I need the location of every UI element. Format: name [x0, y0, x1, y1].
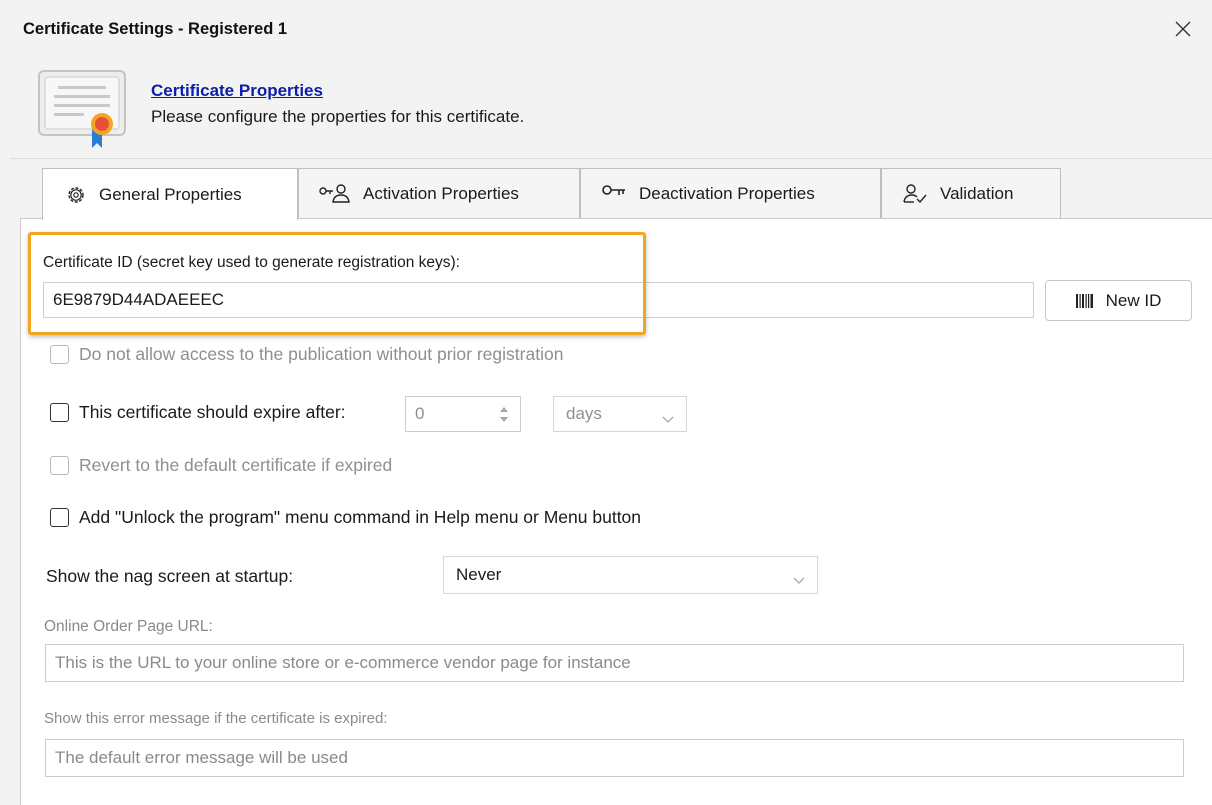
new-id-label: New ID [1105, 290, 1162, 310]
order-url-input[interactable]: This is the URL to your online store or … [45, 644, 1184, 682]
revert-checkbox[interactable] [50, 456, 69, 475]
spin-arrows-icon[interactable] [498, 404, 510, 431]
certificate-id-value: 6E9879D44ADAEEEC [53, 290, 225, 309]
header-description: Please configure the properties for this… [151, 107, 525, 126]
header-link[interactable]: Certificate Properties [151, 81, 323, 101]
unlock-menu-label: Add "Unlock the program" menu command in… [79, 507, 642, 527]
certificate-id-label: Certificate ID (secret key used to gener… [43, 254, 460, 271]
tab-deactivation-properties[interactable]: Deactivation Properties [580, 168, 881, 218]
nag-screen-label: Show the nag screen at startup: [46, 566, 294, 586]
chevron-down-icon [662, 409, 674, 429]
nag-screen-dropdown[interactable]: Never [443, 556, 818, 594]
no-access-checkbox[interactable] [50, 345, 69, 364]
new-id-button[interactable]: New ID [1045, 280, 1192, 321]
tab-label: Deactivation Properties [639, 183, 815, 203]
expire-checkbox[interactable] [50, 403, 69, 422]
expire-label: This certificate should expire after: [79, 402, 346, 422]
tab-label: Activation Properties [363, 183, 519, 203]
unlock-menu-checkbox[interactable] [50, 508, 69, 527]
key-user-icon [317, 183, 351, 205]
error-message-placeholder: The default error message will be used [55, 748, 348, 767]
revert-label: Revert to the default certificate if exp… [79, 455, 393, 475]
error-message-input[interactable]: The default error message will be used [45, 739, 1184, 777]
tab-label: Validation [940, 183, 1014, 203]
no-access-label: Do not allow access to the publication w… [79, 344, 564, 364]
order-url-placeholder: This is the URL to your online store or … [55, 653, 631, 672]
error-message-label: Show this error message if the certifica… [44, 710, 388, 727]
chevron-down-icon [793, 570, 805, 590]
dialog-title: Certificate Settings - Registered 1 [23, 20, 288, 38]
key-icon [601, 183, 627, 205]
gear-icon [65, 184, 87, 206]
tab-activation-properties[interactable]: Activation Properties [298, 168, 580, 218]
expire-unit-value: days [566, 404, 602, 423]
barcode-icon [1075, 293, 1094, 308]
tab-validation[interactable]: Validation [881, 168, 1061, 218]
certificate-id-field[interactable]: 6E9879D44ADAEEEC [43, 282, 1034, 318]
expire-value-stepper[interactable]: 0 [405, 396, 521, 432]
certificate-icon [36, 68, 128, 150]
user-check-icon [902, 183, 928, 205]
expire-unit-dropdown[interactable]: days [553, 396, 687, 432]
close-button[interactable] [1166, 12, 1200, 46]
header-divider [10, 158, 1212, 159]
tab-label: General Properties [99, 184, 242, 204]
expire-value: 0 [415, 404, 425, 423]
tab-general-properties[interactable]: General Properties [42, 168, 298, 220]
close-icon [1175, 21, 1191, 37]
order-url-label: Online Order Page URL: [44, 618, 213, 635]
nag-screen-value: Never [456, 565, 502, 584]
